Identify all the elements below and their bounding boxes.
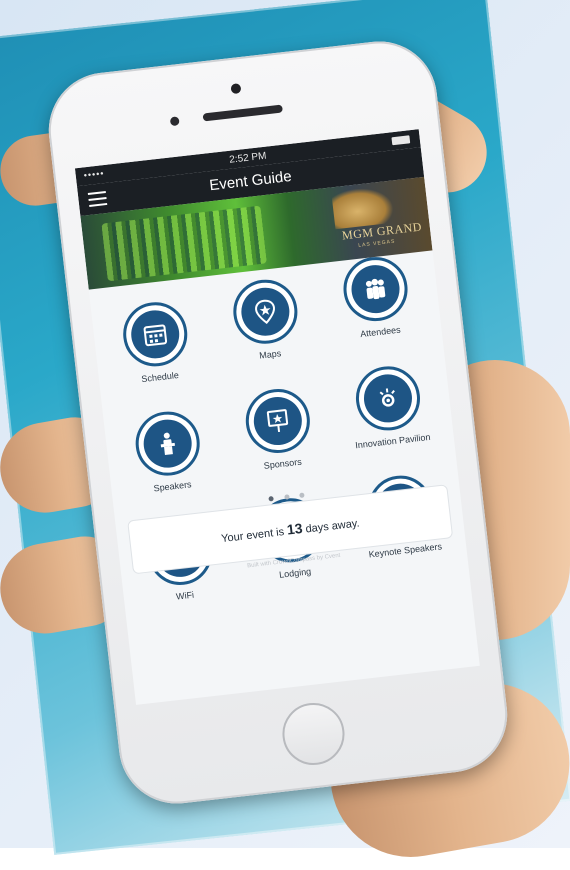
iphone-device: ••••• 2:52 PM Event Guide MGM GRAND LAS … [43,35,514,809]
tile-speakers[interactable]: Speakers [109,406,227,498]
earpiece-speaker [203,104,283,121]
tile-innovation-pavilion[interactable]: Innovation Pavilion [330,360,448,452]
tile-schedule[interactable]: Schedule [97,296,215,388]
tile-label: Maps [215,343,325,365]
page-dot[interactable] [284,494,290,500]
tile-sponsors[interactable]: Sponsors [220,383,338,475]
lightbulb-icon [361,372,414,425]
app-screen: ••••• 2:52 PM Event Guide MGM GRAND LAS … [75,129,480,705]
sign-star-icon [251,394,304,447]
tile-label: Schedule [105,366,215,388]
tile-label: Attendees [325,321,435,343]
podium-icon [141,417,194,470]
tile-label: Sponsors [227,453,337,475]
map-pin-icon [239,285,292,338]
home-button[interactable] [279,700,348,769]
proximity-sensor [170,116,180,126]
countdown-days: 13 [286,520,303,538]
city-skyline-image [101,206,267,282]
people-icon [349,263,402,316]
tile-label: WiFi [130,584,240,606]
tile-maps[interactable]: Maps [207,274,325,366]
tile-attendees[interactable]: Attendees [317,251,435,343]
calendar-icon [129,308,182,361]
front-camera [230,83,241,94]
tile-label: Innovation Pavilion [338,430,448,452]
countdown-suffix: days away. [305,517,360,535]
countdown-prefix: Your event is [221,526,285,545]
